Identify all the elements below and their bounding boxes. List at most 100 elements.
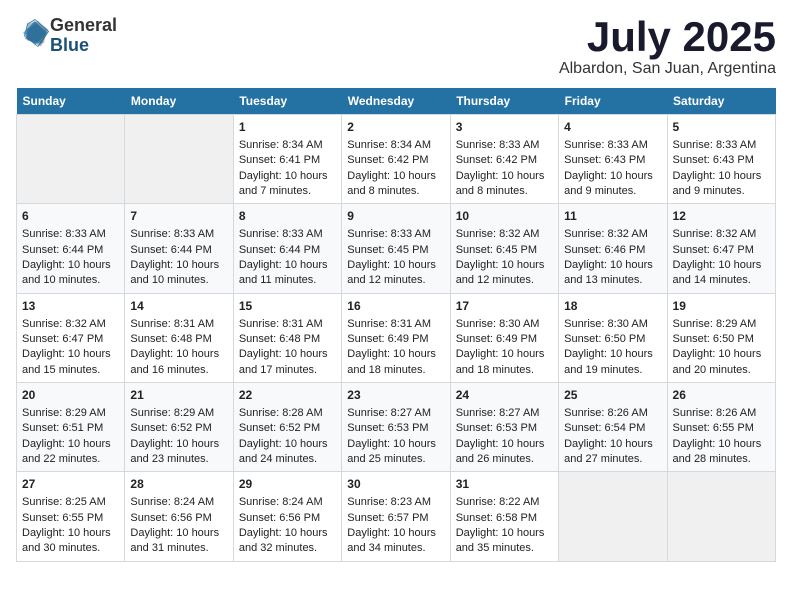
week-row: 1Sunrise: 8:34 AMSunset: 6:41 PMDaylight… — [17, 115, 776, 204]
day-number: 7 — [130, 208, 227, 225]
sunset-text: Sunset: 6:47 PM — [22, 333, 103, 345]
location: Albardon, San Juan, Argentina — [559, 60, 776, 78]
daylight-text: Daylight: 10 hours and 20 minutes. — [673, 348, 762, 375]
calendar-cell: 25Sunrise: 8:26 AMSunset: 6:54 PMDayligh… — [559, 383, 667, 472]
calendar-cell: 3Sunrise: 8:33 AMSunset: 6:42 PMDaylight… — [450, 115, 558, 204]
calendar-header: SundayMondayTuesdayWednesdayThursdayFrid… — [17, 88, 776, 115]
daylight-text: Daylight: 10 hours and 15 minutes. — [22, 348, 111, 375]
calendar-cell: 27Sunrise: 8:25 AMSunset: 6:55 PMDayligh… — [17, 472, 125, 561]
day-header-thursday: Thursday — [450, 88, 558, 115]
sunrise-text: Sunrise: 8:24 AM — [239, 496, 323, 508]
calendar-cell — [667, 472, 775, 561]
sunset-text: Sunset: 6:55 PM — [22, 512, 103, 524]
calendar-cell: 16Sunrise: 8:31 AMSunset: 6:49 PMDayligh… — [342, 293, 450, 382]
daylight-text: Daylight: 10 hours and 30 minutes. — [22, 527, 111, 554]
calendar-body: 1Sunrise: 8:34 AMSunset: 6:41 PMDaylight… — [17, 115, 776, 562]
sunset-text: Sunset: 6:51 PM — [22, 422, 103, 434]
sunrise-text: Sunrise: 8:33 AM — [239, 228, 323, 240]
sunrise-text: Sunrise: 8:33 AM — [456, 139, 540, 151]
day-number: 18 — [564, 298, 661, 315]
sunset-text: Sunset: 6:52 PM — [130, 422, 211, 434]
daylight-text: Daylight: 10 hours and 28 minutes. — [673, 438, 762, 465]
sunrise-text: Sunrise: 8:34 AM — [239, 139, 323, 151]
day-number: 29 — [239, 476, 336, 493]
sunset-text: Sunset: 6:45 PM — [456, 244, 537, 256]
sunrise-text: Sunrise: 8:30 AM — [456, 318, 540, 330]
sunset-text: Sunset: 6:44 PM — [22, 244, 103, 256]
sunrise-text: Sunrise: 8:33 AM — [347, 228, 431, 240]
sunset-text: Sunset: 6:42 PM — [347, 154, 428, 166]
header-row: SundayMondayTuesdayWednesdayThursdayFrid… — [17, 88, 776, 115]
sunrise-text: Sunrise: 8:26 AM — [673, 407, 757, 419]
day-header-wednesday: Wednesday — [342, 88, 450, 115]
sunset-text: Sunset: 6:56 PM — [239, 512, 320, 524]
week-row: 6 Sunrise: 8:33 AM Sunset: 6:44 PM Daylight… — [17, 204, 776, 293]
calendar-cell: 4Sunrise: 8:33 AMSunset: 6:43 PMDaylight… — [559, 115, 667, 204]
calendar-cell: 13 Sunrise: 8:32 AM Sunset: 6:47 PM Dayligh… — [17, 293, 125, 382]
sunrise-text: Sunrise: 8:32 AM — [22, 318, 106, 330]
calendar-cell — [125, 115, 233, 204]
sunrise-text: Sunrise: 8:32 AM — [564, 228, 648, 240]
sunset-text: Sunset: 6:42 PM — [456, 154, 537, 166]
calendar-cell: 30Sunrise: 8:23 AMSunset: 6:57 PMDayligh… — [342, 472, 450, 561]
calendar-cell: 10Sunrise: 8:32 AMSunset: 6:45 PMDayligh… — [450, 204, 558, 293]
sunrise-text: Sunrise: 8:27 AM — [456, 407, 540, 419]
calendar-table: SundayMondayTuesdayWednesdayThursdayFrid… — [16, 88, 776, 562]
daylight-text: Daylight: 10 hours and 31 minutes. — [130, 527, 219, 554]
sunrise-text: Sunrise: 8:27 AM — [347, 407, 431, 419]
page-header: General Blue July 2025 Albardon, San Jua… — [16, 16, 776, 78]
sunrise-text: Sunrise: 8:24 AM — [130, 496, 214, 508]
calendar-cell: 1Sunrise: 8:34 AMSunset: 6:41 PMDaylight… — [233, 115, 341, 204]
sunset-text: Sunset: 6:49 PM — [456, 333, 537, 345]
week-row: 13 Sunrise: 8:32 AM Sunset: 6:47 PM Dayligh… — [17, 293, 776, 382]
daylight-text: Daylight: 10 hours and 9 minutes. — [564, 170, 653, 197]
daylight-text: Daylight: 10 hours and 14 minutes. — [673, 259, 762, 286]
day-number: 12 — [673, 208, 770, 225]
day-number: 3 — [456, 119, 553, 136]
sunset-text: Sunset: 6:53 PM — [347, 422, 428, 434]
sunrise-text: Sunrise: 8:33 AM — [130, 228, 214, 240]
day-number: 9 — [347, 208, 444, 225]
day-number: 20 — [22, 387, 119, 404]
calendar-cell: 29 Sunrise: 8:24 AM Sunset: 6:56 PM Dayligh… — [233, 472, 341, 561]
calendar-cell: 11Sunrise: 8:32 AMSunset: 6:46 PMDayligh… — [559, 204, 667, 293]
day-number: 10 — [456, 208, 553, 225]
day-number: 21 — [130, 387, 227, 404]
day-number: 22 — [239, 387, 336, 404]
day-header-monday: Monday — [125, 88, 233, 115]
sunset-text: Sunset: 6:54 PM — [564, 422, 645, 434]
daylight-text: Daylight: 10 hours and 19 minutes. — [564, 348, 653, 375]
week-row: 27Sunrise: 8:25 AMSunset: 6:55 PMDayligh… — [17, 472, 776, 561]
day-number: 8 — [239, 208, 336, 225]
day-number: 27 — [22, 476, 119, 493]
day-number: 5 — [673, 119, 770, 136]
sunset-text: Sunset: 6:41 PM — [239, 154, 320, 166]
daylight-text: Daylight: 10 hours and 32 minutes. — [239, 527, 328, 554]
sunset-text: Sunset: 6:49 PM — [347, 333, 428, 345]
day-number: 17 — [456, 298, 553, 315]
sunset-text: Sunset: 6:48 PM — [239, 333, 320, 345]
daylight-text: Daylight: 10 hours and 13 minutes. — [564, 259, 653, 286]
sunset-text: Sunset: 6:45 PM — [347, 244, 428, 256]
calendar-cell: 9 Sunrise: 8:33 AM Sunset: 6:45 PM Daylight… — [342, 204, 450, 293]
sunset-text: Sunset: 6:44 PM — [130, 244, 211, 256]
daylight-text: Daylight: 10 hours and 16 minutes. — [130, 348, 219, 375]
daylight-text: Daylight: 10 hours and 24 minutes. — [239, 438, 328, 465]
sunset-text: Sunset: 6:55 PM — [673, 422, 754, 434]
day-number: 30 — [347, 476, 444, 493]
sunrise-text: Sunrise: 8:32 AM — [456, 228, 540, 240]
sunset-text: Sunset: 6:57 PM — [347, 512, 428, 524]
daylight-text: Daylight: 10 hours and 12 minutes. — [347, 259, 436, 286]
calendar-cell: 21Sunrise: 8:29 AMSunset: 6:52 PMDayligh… — [125, 383, 233, 472]
calendar-cell: 14Sunrise: 8:31 AMSunset: 6:48 PMDayligh… — [125, 293, 233, 382]
calendar-cell: 5Sunrise: 8:33 AMSunset: 6:43 PMDaylight… — [667, 115, 775, 204]
day-number: 11 — [564, 208, 661, 225]
sunset-text: Sunset: 6:53 PM — [456, 422, 537, 434]
logo-blue-text: Blue — [50, 35, 89, 55]
daylight-text: Daylight: 10 hours and 18 minutes. — [456, 348, 545, 375]
day-number: 13 — [22, 298, 119, 315]
day-number: 6 — [22, 208, 119, 225]
calendar-cell: 6Sunrise: 8:33 AMSunset: 6:44 PMDaylight… — [17, 204, 125, 293]
day-number: 4 — [564, 119, 661, 136]
sunset-text: Sunset: 6:43 PM — [673, 154, 754, 166]
